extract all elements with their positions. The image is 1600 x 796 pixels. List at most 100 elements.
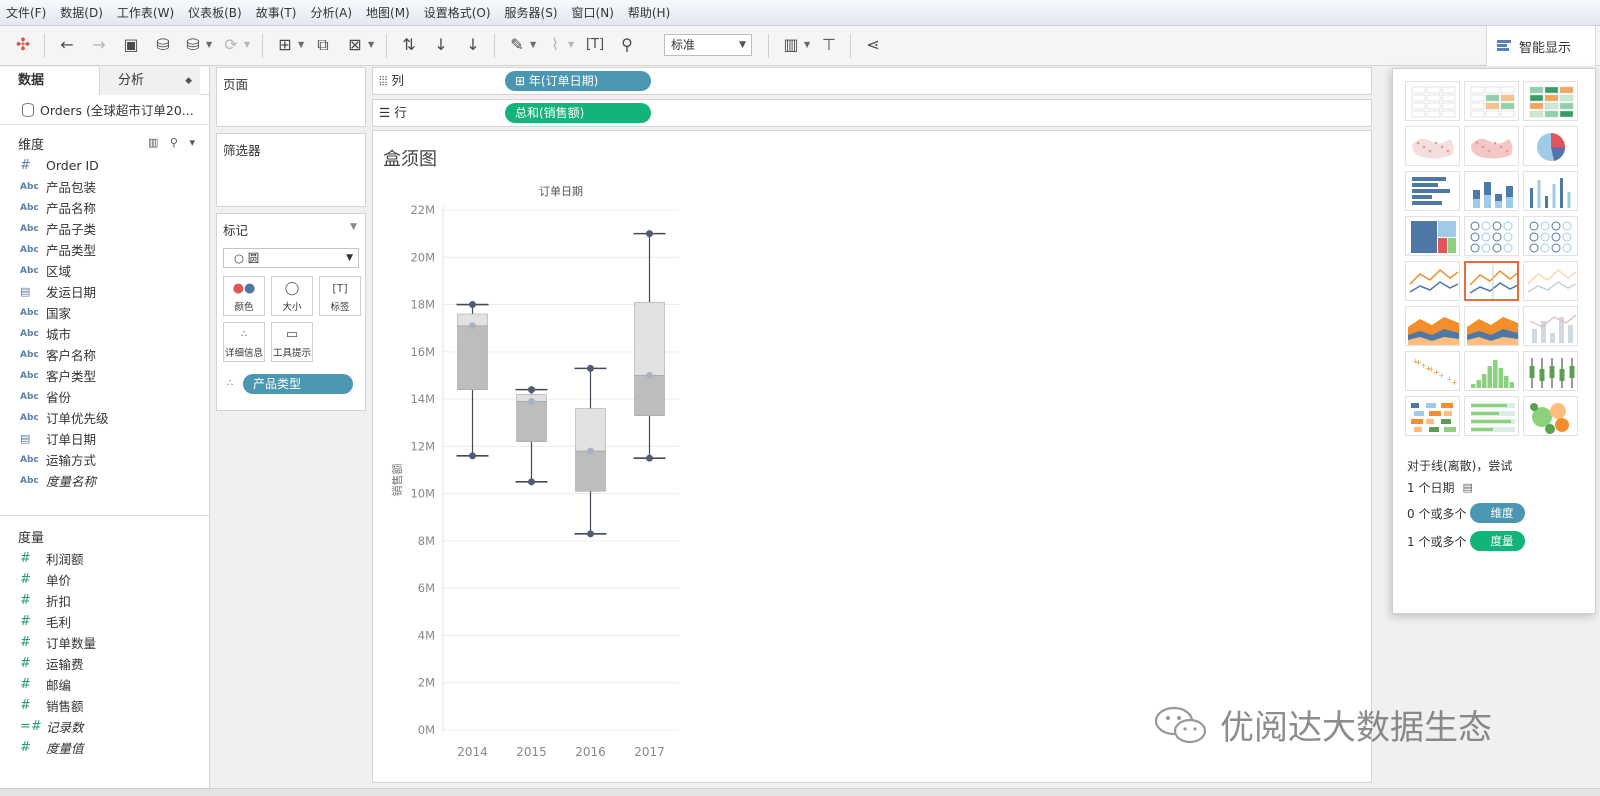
share-icon[interactable]: ⋖: [862, 34, 884, 56]
show-cards-icon[interactable]: ▥: [780, 34, 802, 56]
dimension-field[interactable]: Abc 客户类型: [0, 365, 209, 386]
show-me-gantt-chart[interactable]: [1405, 396, 1460, 436]
menu-item-2[interactable]: 工作表(W): [117, 4, 174, 21]
show-me-treemap[interactable]: [1405, 216, 1460, 256]
dimension-field[interactable]: Abc 运输方式: [0, 449, 209, 470]
sort-ascending-icon[interactable]: ↓: [430, 34, 452, 56]
dimension-field[interactable]: Abc 省份: [0, 386, 209, 407]
menu-item-6[interactable]: 地图(M): [366, 4, 410, 21]
menu-item-1[interactable]: 数据(D): [60, 4, 103, 21]
pause-updates-icon[interactable]: ⛁: [182, 34, 204, 56]
show-me-symbol-map[interactable]: [1405, 126, 1460, 166]
chevron-down-icon[interactable]: ▼: [350, 222, 357, 232]
measure-field[interactable]: # 销售额: [0, 695, 209, 716]
show-me-scatter-plot[interactable]: + + + + + + + + +: [1405, 351, 1460, 391]
menu-item-7[interactable]: 设置格式(O): [424, 4, 491, 21]
dimension-field[interactable]: Abc 客户名称: [0, 344, 209, 365]
measure-field[interactable]: # 邮编: [0, 674, 209, 695]
new-datasource-icon[interactable]: ⛁: [152, 34, 174, 56]
rows-pill[interactable]: 总和(销售额): [505, 103, 651, 123]
rows-shelf[interactable]: ☰ 行 总和(销售额): [372, 99, 1372, 127]
menu-item-8[interactable]: 服务器(S): [505, 4, 558, 21]
show-me-stacked-bars[interactable]: [1464, 171, 1519, 211]
show-me-dual-combination[interactable]: [1523, 306, 1578, 346]
color-button[interactable]: ●● 颜色: [223, 276, 265, 316]
show-me-horizontal-bars[interactable]: [1405, 171, 1460, 211]
show-mark-labels-icon[interactable]: [T]: [584, 34, 606, 56]
presentation-mode-icon[interactable]: ⊤: [818, 34, 840, 56]
tooltip-button[interactable]: ▭ 工具提示: [271, 322, 313, 362]
chevron-down-icon[interactable]: ▼: [244, 40, 250, 49]
tab-data[interactable]: 数据: [0, 67, 100, 95]
chevron-down-icon[interactable]: ▼: [530, 40, 536, 49]
menu-item-10[interactable]: 帮助(H): [628, 4, 670, 21]
dimension-field[interactable]: Abc 产品包装: [0, 176, 209, 197]
size-button[interactable]: ◯ 大小: [271, 276, 313, 316]
measure-field[interactable]: # 利润额: [0, 548, 209, 569]
show-me-area-discrete[interactable]: [1464, 306, 1519, 346]
forward-icon[interactable]: →: [88, 34, 110, 56]
measure-field[interactable]: # 度量值: [0, 737, 209, 758]
clear-sheet-icon[interactable]: ⊠: [344, 34, 366, 56]
show-me-bullet-graph[interactable]: [1464, 396, 1519, 436]
fit-select[interactable]: 标准 ▼: [664, 34, 752, 56]
show-me-packed-bubbles[interactable]: [1523, 396, 1578, 436]
label-button[interactable]: [T] 标签: [319, 276, 361, 316]
filters-card[interactable]: 筛选器: [216, 133, 366, 207]
chevron-down-icon[interactable]: ▼: [804, 40, 810, 49]
datasource-item[interactable]: Orders (全球超市订单20...: [0, 95, 209, 125]
dimension-field[interactable]: # Order ID: [0, 155, 209, 176]
show-me-histogram[interactable]: [1464, 351, 1519, 391]
dimension-field[interactable]: Abc 度量名称: [0, 470, 209, 491]
menu-item-4[interactable]: 故事(T): [256, 4, 297, 21]
menu-item-9[interactable]: 窗口(N): [572, 4, 614, 21]
show-me-side-by-side-bars[interactable]: [1523, 171, 1578, 211]
columns-pill[interactable]: ⊞ 年(订单日期): [505, 71, 651, 91]
chevron-down-icon[interactable]: ▼: [206, 40, 212, 49]
group-members-icon[interactable]: ⌇: [544, 34, 566, 56]
measure-field[interactable]: # 运输费: [0, 653, 209, 674]
measure-field[interactable]: # 折扣: [0, 590, 209, 611]
menu-item-3[interactable]: 仪表板(B): [188, 4, 242, 21]
highlight-icon[interactable]: ✎: [506, 34, 528, 56]
detail-button[interactable]: ∴ 详细信息: [223, 322, 265, 362]
dimension-field[interactable]: Abc 城市: [0, 323, 209, 344]
show-me-box-whisker[interactable]: [1523, 351, 1578, 391]
dimension-field[interactable]: ▤ 订单日期: [0, 428, 209, 449]
tab-analysis[interactable]: 分析 ◆: [100, 67, 200, 95]
dimension-field[interactable]: Abc 产品名称: [0, 197, 209, 218]
measure-field[interactable]: =# 记录数: [0, 716, 209, 737]
dimension-field[interactable]: Abc 国家: [0, 302, 209, 323]
detail-pill[interactable]: 产品类型: [243, 374, 353, 394]
chevron-down-icon[interactable]: ▼: [298, 40, 304, 49]
show-me-side-by-side-circles[interactable]: [1523, 216, 1578, 256]
mark-type-select[interactable]: ○ 圆 ▼: [223, 248, 359, 268]
save-icon[interactable]: ▣: [120, 34, 142, 56]
tableau-logo-icon[interactable]: ✣: [12, 34, 34, 56]
show-me-text-table[interactable]: [1405, 81, 1460, 121]
show-me-continuous-lines[interactable]: [1405, 261, 1460, 301]
show-me-area-continuous[interactable]: [1405, 306, 1460, 346]
chevron-down-icon[interactable]: ▼: [568, 40, 574, 49]
back-icon[interactable]: ←: [56, 34, 78, 56]
show-me-dual-lines[interactable]: [1523, 261, 1578, 301]
measure-field[interactable]: # 毛利: [0, 611, 209, 632]
pages-card[interactable]: 页面: [216, 67, 366, 127]
duplicate-sheet-icon[interactable]: ⧉: [312, 34, 334, 56]
measure-field[interactable]: # 订单数量: [0, 632, 209, 653]
dimension-field[interactable]: Abc 订单优先级: [0, 407, 209, 428]
dimension-tools-icons[interactable]: ▥ ⚲ ▾: [148, 136, 199, 149]
dimension-field[interactable]: ▤ 发运日期: [0, 281, 209, 302]
show-me-discrete-lines[interactable]: [1464, 261, 1519, 301]
new-worksheet-icon[interactable]: ⊞: [274, 34, 296, 56]
menu-item-5[interactable]: 分析(A): [310, 4, 352, 21]
columns-shelf[interactable]: ⦙⦙⦙ 列 ⊞ 年(订单日期): [372, 67, 1372, 95]
refresh-icon[interactable]: ⟳: [220, 34, 242, 56]
swap-rows-columns-icon[interactable]: ⇅: [398, 34, 420, 56]
measure-field[interactable]: # 单价: [0, 569, 209, 590]
chevron-down-icon[interactable]: ▼: [368, 40, 374, 49]
show-me-button[interactable]: 智能显示: [1486, 26, 1596, 66]
dimension-field[interactable]: Abc 区域: [0, 260, 209, 281]
fix-axes-icon[interactable]: ⚲: [616, 34, 638, 56]
show-me-heat-table[interactable]: [1523, 81, 1578, 121]
